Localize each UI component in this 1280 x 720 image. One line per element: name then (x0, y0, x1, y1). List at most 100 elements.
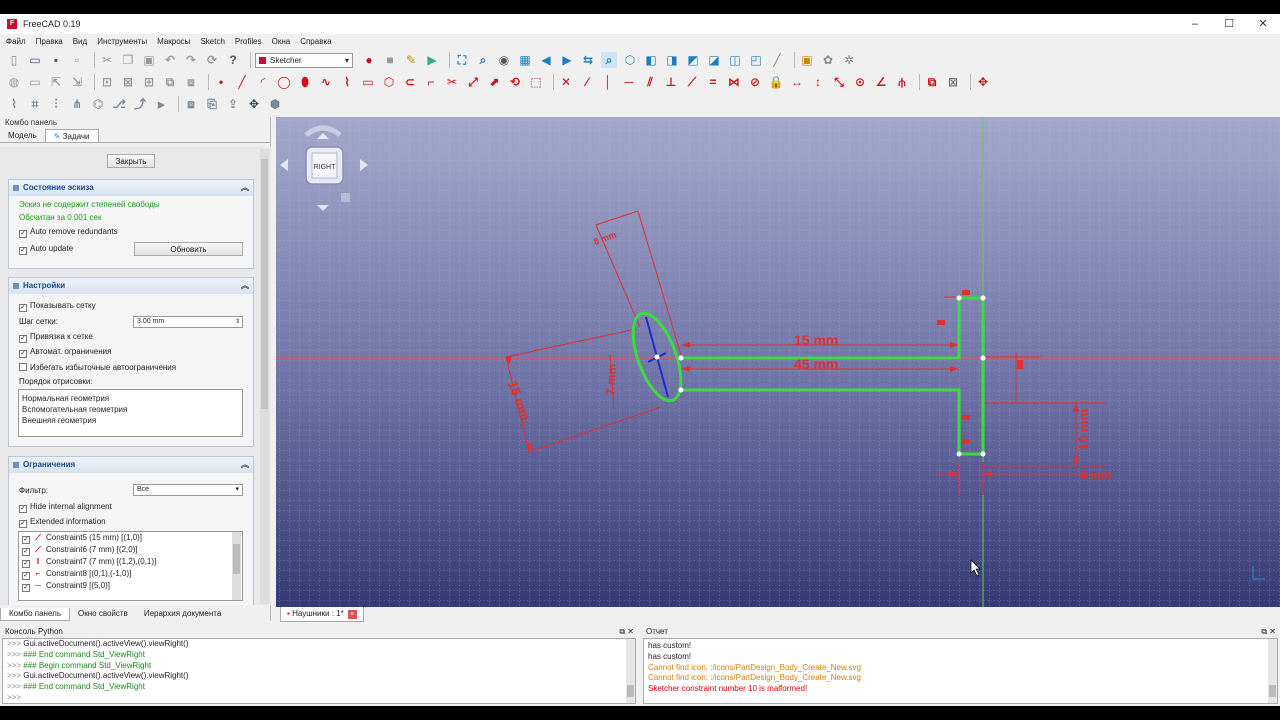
hide-internal-checkbox[interactable]: ✓ Hide internal alignment (19, 502, 112, 513)
sketch-3d-view[interactable]: RIGHT 8 mm 15 mm 45 mm 15 mm 7 mm 10 mm … (276, 117, 1280, 607)
fit-all-icon[interactable]: ⛶ (454, 52, 470, 68)
view-isometric-icon[interactable]: ⬡ (622, 52, 638, 68)
record-macro-icon[interactable]: ● (361, 52, 377, 68)
bounding-box-icon[interactable]: ▦ (517, 52, 533, 68)
constrain-angle-icon[interactable]: ∠ (873, 74, 889, 90)
undo-icon[interactable]: ↶ (162, 52, 178, 68)
view-left-icon[interactable]: ◰ (748, 52, 764, 68)
tab-model[interactable]: Модель (0, 129, 45, 142)
stop-macro-icon[interactable]: ■ (382, 52, 398, 68)
carbon-copy-icon[interactable]: ⟲ (507, 74, 523, 90)
forward-icon[interactable]: ▶ (559, 52, 575, 68)
constraint-item[interactable]: ✓ ⟋ Constraint6 (7 mm) [(2,0)] (19, 544, 242, 556)
edit-macro-icon[interactable]: ✎ (403, 52, 419, 68)
constrain-perpendicular-icon[interactable]: ⊥ (663, 74, 679, 90)
constraint-item[interactable]: ✓ ─ Constraint9 [(5,0)] (19, 580, 242, 592)
collapse-icon[interactable]: ︽ (241, 180, 249, 196)
bspline-icon[interactable]: ∿ (318, 74, 334, 90)
copy-geometry-icon[interactable]: ⇪ (225, 96, 241, 112)
new-sketch-icon[interactable]: ◍ (6, 74, 22, 90)
zoom-icon[interactable]: ⌕ (601, 52, 617, 68)
workbench-selector[interactable]: Sketcher (255, 52, 353, 68)
constrain-horizontal-distance-icon[interactable]: ↔ (789, 74, 805, 90)
constrain-distance-icon[interactable]: ⤡ (831, 74, 847, 90)
map-sketch-icon[interactable]: ⊡ (99, 74, 115, 90)
group-icon[interactable]: ✿ (820, 52, 836, 68)
auto-remove-checkbox[interactable]: ✓ Auto remove redundants (19, 227, 118, 238)
nav-menu-icon[interactable] (341, 193, 350, 202)
reorient-sketch-icon[interactable]: ⊠ (120, 74, 136, 90)
extend-icon[interactable]: ⤢ (465, 74, 481, 90)
save-as-icon[interactable]: ▫ (69, 52, 85, 68)
list-item[interactable]: Вспомогательная геометрия (19, 404, 242, 415)
view-bottom-icon[interactable]: ◫ (727, 52, 743, 68)
collapse-icon[interactable]: ︽ (241, 457, 249, 473)
refresh-icon[interactable]: ⟳ (204, 52, 220, 68)
constrain-tangent-icon[interactable]: ⟋ (684, 74, 700, 90)
array-icon[interactable]: ⬢ (267, 96, 283, 112)
convert-to-nurb-icon[interactable]: ⎇ (111, 96, 127, 112)
python-console-body[interactable]: >>> Gui.activeDocument().activeView().vi… (2, 638, 636, 704)
whats-this-icon[interactable]: ? (225, 52, 241, 68)
extended-info-checkbox[interactable]: ✓ Extended information (19, 517, 106, 528)
tab-tree[interactable]: Иерархия документа (136, 608, 230, 621)
constrain-equal-icon[interactable]: = (705, 74, 721, 90)
report-scrollbar[interactable] (1268, 639, 1277, 703)
task-panel-scrollbar[interactable] (260, 149, 269, 604)
link-make-icon[interactable]: ✲ (841, 52, 857, 68)
menu-windows[interactable]: Окна (272, 37, 291, 46)
document-tab[interactable]: ▪ Наушники : 1* × (280, 607, 364, 622)
view-top-icon[interactable]: ◨ (664, 52, 680, 68)
fillet-icon[interactable]: ⌐ (423, 74, 439, 90)
rectangle-icon[interactable]: ▭ (360, 74, 376, 90)
auto-constraints-checkbox[interactable]: ✓ Автомат. ограничения (19, 347, 111, 358)
leave-sketch-icon[interactable]: ⇱ (48, 74, 64, 90)
bspline-weight-icon[interactable]: ⌬ (90, 96, 106, 112)
select-elements-icon[interactable]: ✥ (975, 74, 991, 90)
filter-select[interactable]: Все ▾ (133, 484, 243, 496)
line-icon[interactable]: ╱ (234, 74, 250, 90)
paste-icon[interactable]: ▣ (141, 52, 157, 68)
menu-help[interactable]: Справка (300, 37, 331, 46)
move-geometry-icon[interactable]: ✥ (246, 96, 262, 112)
minimize-button[interactable]: – (1178, 14, 1212, 34)
settings-header[interactable]: Настройки ︽ (9, 278, 253, 294)
sketch-state-header[interactable]: Состояние эскиза ︽ (9, 180, 253, 196)
back-icon[interactable]: ◀ (538, 52, 554, 68)
draw-style-icon[interactable]: ◉ (496, 52, 512, 68)
insert-knot-icon[interactable]: ⫸ (153, 96, 169, 112)
constrain-vertical-icon[interactable]: │ (600, 74, 616, 90)
view-sketch-icon[interactable]: ⇲ (69, 74, 85, 90)
collapse-icon[interactable]: ︽ (241, 278, 249, 294)
part-icon[interactable]: ▣ (799, 52, 815, 68)
conic-icon[interactable]: ⬮ (297, 74, 313, 90)
link-icon[interactable]: ⇆ (580, 52, 596, 68)
menu-profiles[interactable]: Profiles (235, 37, 262, 46)
increase-degree-icon[interactable]: ⤴ (132, 96, 148, 112)
list-item[interactable]: Нормальная геометрия (19, 393, 242, 404)
merge-sketch-icon[interactable]: ⧉ (162, 74, 178, 90)
mirror-sketch-icon[interactable]: ⧈ (183, 74, 199, 90)
construction-mode-icon[interactable]: ⬚ (528, 74, 544, 90)
view-front-icon[interactable]: ◧ (643, 52, 659, 68)
report-view-body[interactable]: has custom! has custom! Cannot find icon… (643, 638, 1278, 704)
constrain-symmetric-icon[interactable]: ⋈ (726, 74, 742, 90)
bspline-comb-icon[interactable]: ⫶ (48, 96, 64, 112)
bspline-knot-icon[interactable]: ⋔ (69, 96, 85, 112)
constraint-item[interactable]: ✓ ⟋ Constraint5 (15 mm) [(1,0)] (19, 532, 242, 544)
constrain-parallel-icon[interactable]: ⫽ (642, 74, 658, 90)
close-window-button[interactable]: ✕ (1246, 14, 1280, 34)
console-scrollbar[interactable] (626, 639, 635, 703)
auto-update-checkbox[interactable]: ✓ Auto update (19, 244, 73, 255)
validate-sketch-icon[interactable]: ⊞ (141, 74, 157, 90)
constraint-item[interactable]: ✓ I Constraint7 (7 mm) [(1,2),(0,1)] (19, 556, 242, 568)
sketch-canvas[interactable]: RIGHT 8 mm 15 mm 45 mm 15 mm 7 mm 10 mm … (276, 117, 1280, 607)
list-item[interactable]: Внешняя геометрия (19, 415, 242, 426)
menu-file[interactable]: Файл (6, 37, 26, 46)
spin-icon[interactable]: ⇕ (235, 317, 240, 327)
tab-properties[interactable]: Окно свойств (70, 608, 136, 621)
constraints-header[interactable]: Ограничения ︽ (9, 457, 253, 473)
measure-icon[interactable]: ╱ (769, 52, 785, 68)
run-macro-icon[interactable]: ▶ (424, 52, 440, 68)
external-geometry-icon[interactable]: ⬈ (486, 74, 502, 90)
